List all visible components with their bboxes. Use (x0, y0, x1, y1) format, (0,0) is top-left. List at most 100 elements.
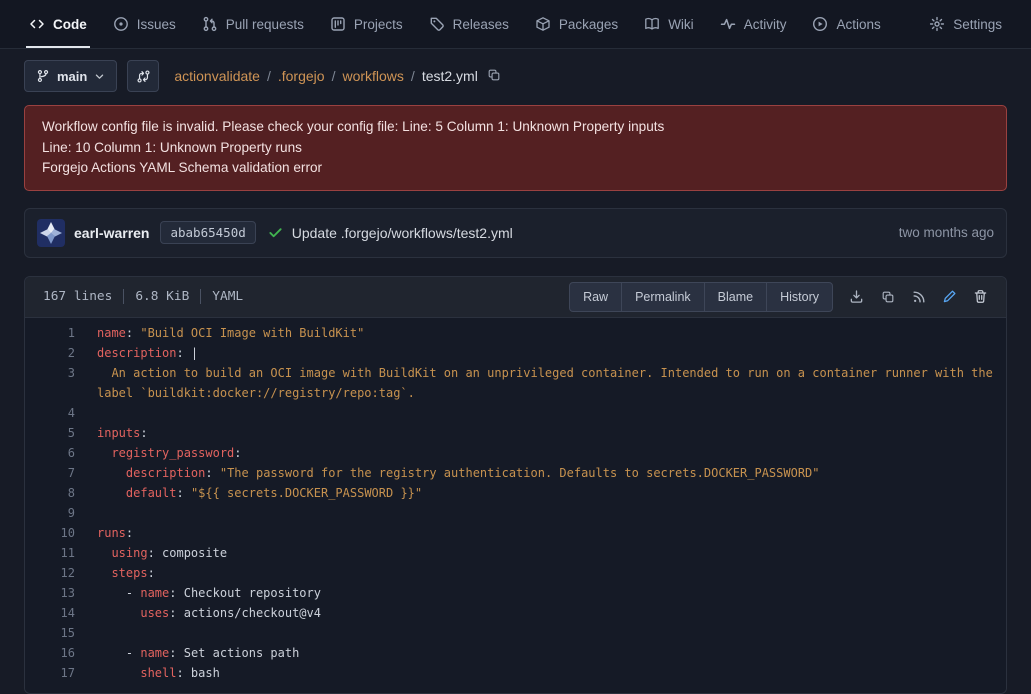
code-line: 13 - name: Checkout repository (25, 583, 1006, 603)
code-line: 15 (25, 623, 1006, 643)
avatar[interactable] (37, 219, 65, 247)
code-text: runs: (87, 523, 1006, 543)
nav-item-label: Code (53, 17, 87, 32)
permalink-button[interactable]: Permalink (621, 282, 705, 312)
code-line: 11 using: composite (25, 543, 1006, 563)
code-text: steps: (87, 563, 1006, 583)
avatar-image (37, 219, 65, 247)
nav-item-label: Wiki (668, 17, 694, 32)
branch-icon (36, 69, 50, 83)
copy-icon (487, 68, 501, 85)
blame-button[interactable]: Blame (704, 282, 767, 312)
code-text: default: "${{ secrets.DOCKER_PASSWORD }}… (87, 483, 1006, 503)
commit-author[interactable]: earl-warren (74, 225, 149, 241)
delete-icon (973, 289, 988, 304)
line-number[interactable]: 4 (25, 403, 87, 423)
line-number[interactable]: 16 (25, 643, 87, 663)
branch-select-button[interactable]: main (24, 60, 117, 92)
commit-hash-badge[interactable]: abab65450d (160, 221, 255, 244)
copy-button[interactable] (872, 282, 903, 312)
code-line: 10runs: (25, 523, 1006, 543)
code-text: shell: bash (87, 663, 1006, 683)
copy-icon (881, 290, 895, 304)
code-line: 4 (25, 403, 1006, 423)
projects-icon (330, 16, 346, 32)
line-number[interactable]: 5 (25, 423, 87, 443)
raw-button[interactable]: Raw (569, 282, 622, 312)
code-text: An action to build an OCI image with Bui… (87, 363, 1006, 403)
breadcrumb-segment--forgejo[interactable]: .forgejo (278, 68, 325, 84)
code-line: 16 - name: Set actions path (25, 643, 1006, 663)
nav-item-label: Packages (559, 17, 618, 32)
breadcrumb-separator: / (411, 68, 415, 84)
download-button[interactable] (841, 282, 872, 312)
code-text: description: | (87, 343, 1006, 363)
code-text: - name: Checkout repository (87, 583, 1006, 603)
play-circle-icon (812, 16, 828, 32)
line-number[interactable]: 7 (25, 463, 87, 483)
code-text: description: "The password for the regis… (87, 463, 1006, 483)
code-line: 17 shell: bash (25, 663, 1006, 683)
tag-icon (429, 16, 445, 32)
breadcrumb-segment-actionvalidate[interactable]: actionvalidate (174, 68, 260, 84)
code-line: 14 uses: actions/checkout@v4 (25, 603, 1006, 623)
copy-path-button[interactable] (485, 66, 503, 87)
nav-item-pull-requests[interactable]: Pull requests (189, 0, 317, 48)
code-line: 5inputs: (25, 423, 1006, 443)
history-button[interactable]: History (766, 282, 833, 312)
nav-item-activity[interactable]: Activity (707, 0, 800, 48)
nav-item-releases[interactable]: Releases (416, 0, 522, 48)
issue-icon (113, 16, 129, 32)
edit-button[interactable] (934, 282, 965, 312)
code-text (87, 623, 1006, 643)
line-number[interactable]: 11 (25, 543, 87, 563)
file-language: YAML (212, 289, 243, 304)
delete-button[interactable] (965, 282, 996, 312)
line-number[interactable]: 10 (25, 523, 87, 543)
nav-item-packages[interactable]: Packages (522, 0, 631, 48)
code-view: 1name: "Build OCI Image with BuildKit"2d… (25, 318, 1006, 693)
nav-item-label: Pull requests (226, 17, 304, 32)
top-nav: Code Issues Pull requests Projects Releases P… (0, 0, 1031, 49)
nav-item-code[interactable]: Code (16, 0, 100, 48)
book-icon (644, 16, 660, 32)
error-banner: Workflow config file is invalid. Please … (24, 105, 1007, 191)
code-text: uses: actions/checkout@v4 (87, 603, 1006, 623)
line-number[interactable]: 12 (25, 563, 87, 583)
nav-item-settings[interactable]: Settings (916, 0, 1015, 48)
check-icon (268, 225, 283, 240)
nav-item-wiki[interactable]: Wiki (631, 0, 707, 48)
file-icon-actions (841, 282, 996, 312)
branch-name: main (57, 69, 87, 84)
compare-button[interactable] (127, 60, 159, 92)
nav-item-projects[interactable]: Projects (317, 0, 416, 48)
file-view: 167 lines 6.8 KiB YAML RawPermalinkBlame… (24, 276, 1007, 694)
nav-item-label: Settings (953, 17, 1002, 32)
commit-bar: earl-warren abab65450d Update .forgejo/w… (24, 208, 1007, 258)
line-number[interactable]: 8 (25, 483, 87, 503)
nav-item-actions[interactable]: Actions (799, 0, 893, 48)
nav-item-issues[interactable]: Issues (100, 0, 189, 48)
code-text: name: "Build OCI Image with BuildKit" (87, 323, 1006, 343)
gear-icon (929, 16, 945, 32)
code-line: 3 An action to build an OCI image with B… (25, 363, 1006, 403)
line-number[interactable]: 17 (25, 663, 87, 683)
branch-bar: main actionvalidate/.forgejo/workflows/t… (24, 60, 1007, 92)
line-number[interactable]: 6 (25, 443, 87, 463)
line-number[interactable]: 13 (25, 583, 87, 603)
line-number[interactable]: 1 (25, 323, 87, 343)
nav-item-label: Projects (354, 17, 403, 32)
breadcrumb-segment-workflows[interactable]: workflows (342, 68, 403, 84)
rss-button[interactable] (903, 282, 934, 312)
line-number[interactable]: 14 (25, 603, 87, 623)
line-number[interactable]: 2 (25, 343, 87, 363)
edit-icon (942, 289, 957, 304)
line-number[interactable]: 3 (25, 363, 87, 403)
commit-message[interactable]: Update .forgejo/workflows/test2.yml (292, 225, 513, 241)
line-number[interactable]: 9 (25, 503, 87, 523)
breadcrumb: actionvalidate/.forgejo/workflows/test2.… (174, 68, 477, 84)
line-number[interactable]: 15 (25, 623, 87, 643)
code-line: 1name: "Build OCI Image with BuildKit" (25, 323, 1006, 343)
pull-request-icon (202, 16, 218, 32)
file-info: 167 lines 6.8 KiB YAML (35, 289, 243, 304)
